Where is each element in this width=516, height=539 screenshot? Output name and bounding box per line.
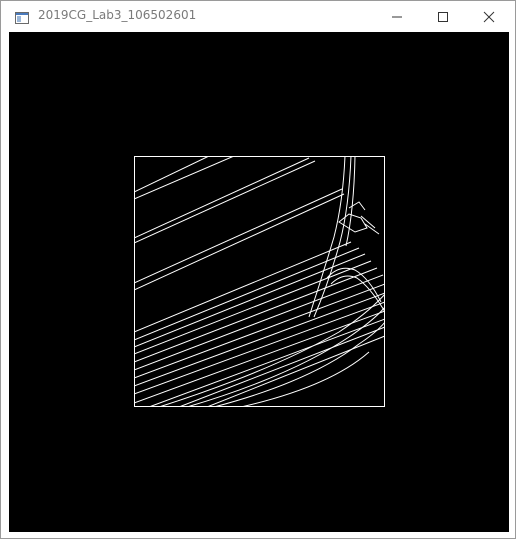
window-title: 2019CG_Lab3_106502601 <box>38 8 197 22</box>
clip-window-border <box>134 156 385 407</box>
minimize-icon <box>392 16 402 18</box>
maximize-button[interactable] <box>419 1 465 32</box>
wireframe-lines <box>134 156 385 407</box>
minimize-button[interactable] <box>373 1 419 32</box>
app-window: 2019CG_Lab3_106502601 <box>0 0 516 539</box>
rendered-scene <box>134 156 385 407</box>
close-button[interactable] <box>465 1 511 32</box>
maximize-icon <box>438 12 448 22</box>
app-window-icon <box>15 9 29 24</box>
close-icon <box>483 11 495 23</box>
render-canvas[interactable] <box>9 32 509 532</box>
title-bar[interactable]: 2019CG_Lab3_106502601 <box>1 1 515 32</box>
